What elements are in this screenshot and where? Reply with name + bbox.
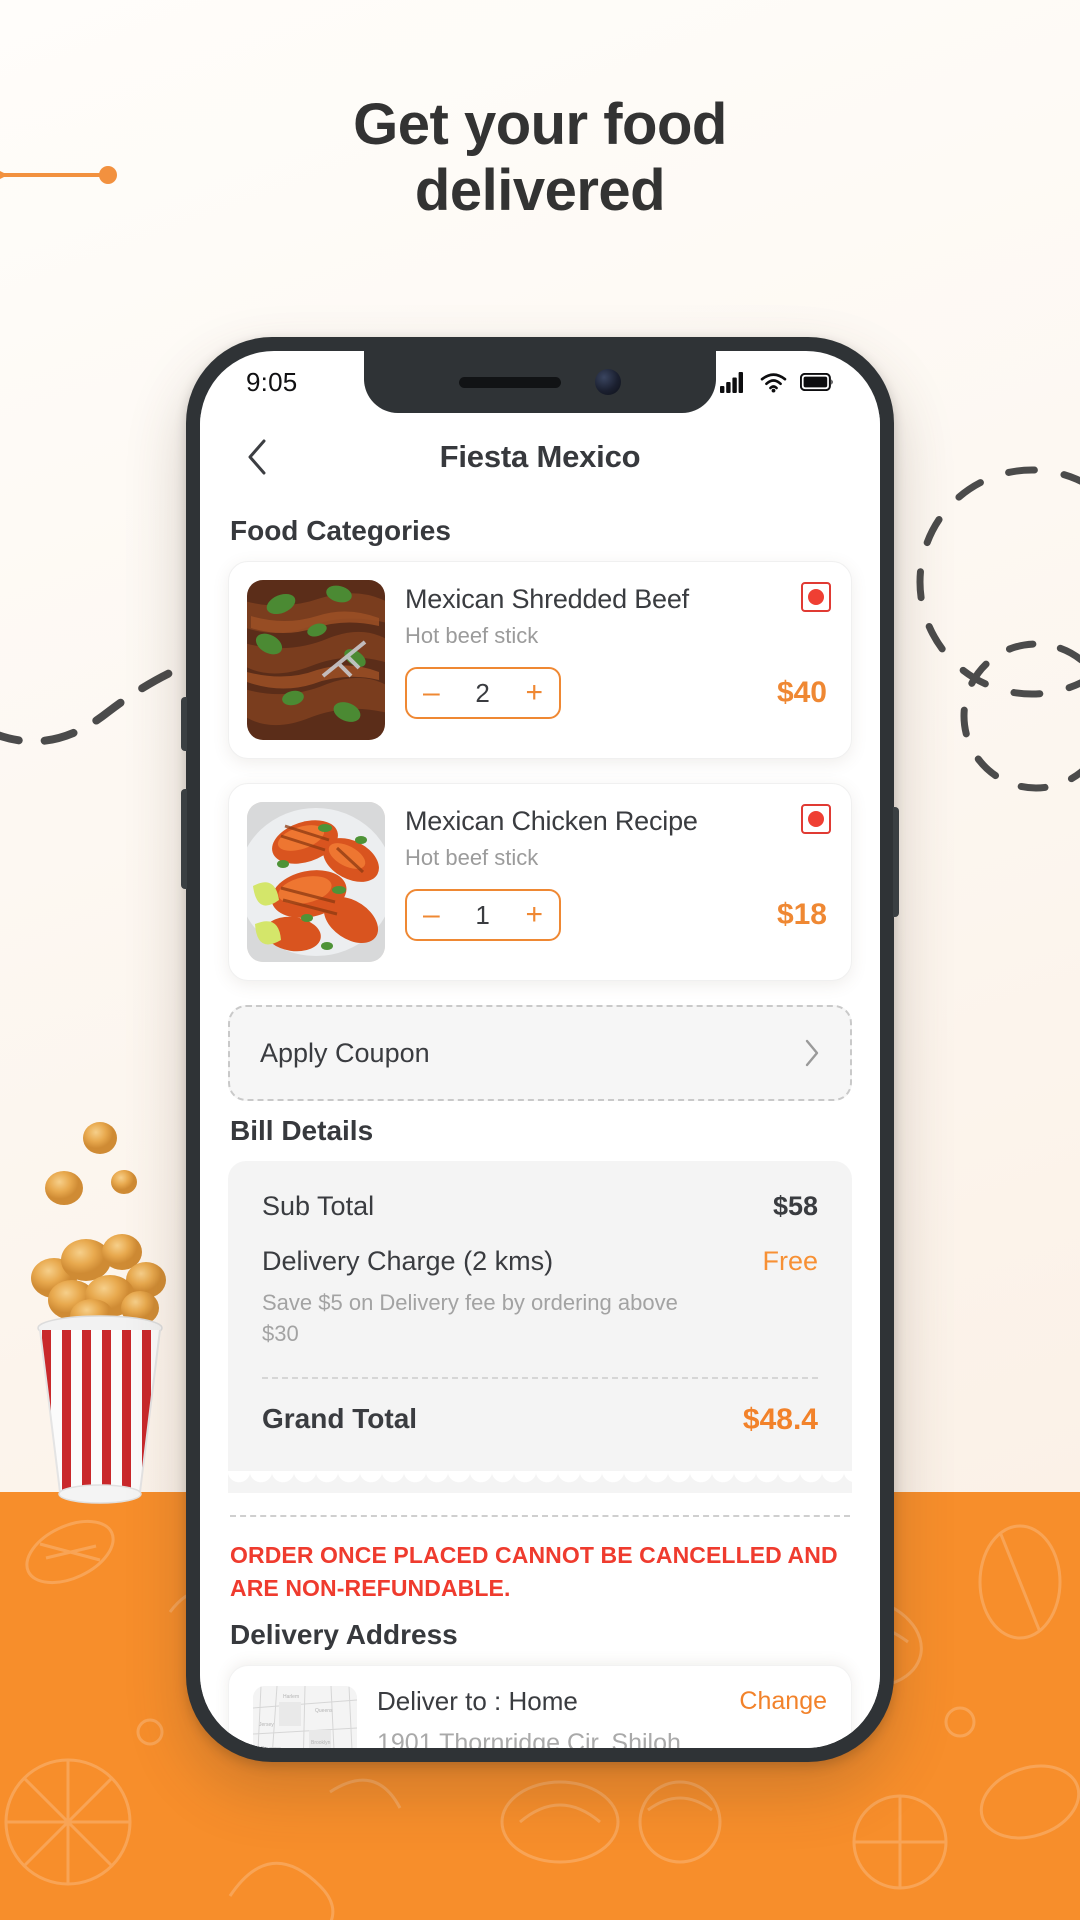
phone-power-button — [893, 807, 899, 917]
status-icon-group — [720, 371, 834, 393]
svg-text:Harlem: Harlem — [283, 1694, 299, 1700]
address-line: 1901 Thornridge Cir, Shiloh — [377, 1728, 681, 1748]
chevron-left-icon — [248, 439, 266, 475]
food-thumbnail-shredded-beef — [247, 580, 385, 740]
screen-content: Food Categories Mexican Shredded Beef Ho… — [200, 501, 880, 1748]
address-header: Deliver to : Home Change — [377, 1686, 827, 1717]
food-item-card[interactable]: Mexican Chicken Recipe Hot beef stick – … — [228, 783, 852, 981]
food-item-description: Hot beef stick — [405, 845, 539, 870]
svg-text:Brooklyn: Brooklyn — [311, 1740, 331, 1746]
headline-line-2: delivered — [414, 158, 666, 224]
status-time: 9:05 — [246, 366, 298, 397]
quantity-value: 1 — [475, 899, 490, 930]
signal-bars-icon — [720, 371, 743, 393]
section-title-bill-details: Bill Details — [230, 1115, 374, 1146]
section-title-food-categories: Food Categories — [230, 515, 451, 546]
svg-text:Queens: Queens — [315, 1708, 333, 1714]
food-item-name: Mexican Chicken Recipe — [405, 806, 698, 836]
phone-notch — [364, 351, 716, 413]
grand-total-label: Grand Total — [262, 1403, 418, 1435]
delivery-charge-label: Delivery Charge (2 kms) — [262, 1246, 554, 1276]
back-button[interactable] — [234, 434, 280, 480]
food-item-price: $18 — [776, 898, 827, 931]
svg-text:Jersey: Jersey — [259, 1722, 274, 1728]
phone-screen: 9:05 Fiesta Mexico Food Categories Mexic… — [200, 351, 880, 1748]
page-title: Get your food delivered — [0, 92, 1080, 224]
sub-total-label: Sub Total — [262, 1191, 375, 1221]
food-item-controls: – 1 + $18 — [405, 889, 833, 941]
bill-row-delivery-charge: Delivery Charge (2 kms) Save $5 on Deliv… — [262, 1246, 818, 1349]
chevron-right-icon — [805, 1039, 819, 1067]
dashed-circle-small-decoration — [960, 640, 1080, 792]
grand-total-value: $48.4 — [742, 1403, 818, 1437]
bill-divider — [262, 1377, 818, 1380]
food-item-info: Mexican Chicken Recipe Hot beef stick – … — [405, 802, 833, 962]
food-item-description: Hot beef stick — [405, 623, 539, 648]
food-item-info: Mexican Shredded Beef Hot beef stick – 2… — [405, 580, 833, 740]
bill-row-sub-total: Sub Total $58 — [262, 1191, 818, 1222]
address-map-thumbnail: Harlem Queens Jersey Brooklyn Bayonne Ne… — [253, 1685, 357, 1748]
food-item-price: $40 — [776, 676, 827, 709]
food-thumbnail-chicken-recipe — [247, 802, 385, 962]
decrement-button[interactable]: – — [423, 900, 440, 930]
quantity-stepper[interactable]: – 2 + — [405, 667, 561, 719]
address-details: Deliver to : Home Change 1901 Thornridge… — [377, 1686, 827, 1748]
headline-line-1: Get your food — [353, 92, 727, 157]
dashed-wave-decoration — [0, 654, 210, 746]
sub-total-value: $58 — [772, 1191, 818, 1221]
earpiece-speaker-icon — [459, 376, 561, 388]
non-veg-marker-icon — [801, 582, 831, 612]
bill-row-grand-total: Grand Total $48.4 — [262, 1403, 818, 1437]
section-title-delivery-address: Delivery Address — [230, 1618, 458, 1650]
deliver-to-label: Deliver to : Home — [377, 1685, 578, 1716]
food-item-controls: – 2 + $40 — [405, 667, 833, 719]
screen-title: Fiesta Mexico — [439, 439, 641, 474]
delivery-charge-value: Free — [762, 1246, 818, 1276]
quantity-stepper[interactable]: – 1 + — [405, 889, 561, 941]
bill-details-card: Sub Total $58 Delivery Charge (2 kms) Sa… — [228, 1161, 852, 1472]
food-item-card[interactable]: Mexican Shredded Beef Hot beef stick – 2… — [228, 561, 852, 759]
front-camera-icon — [595, 369, 621, 395]
cancellation-warning-text: ORDER ONCE PLACED CANNOT BE CANCELLED AN… — [230, 1542, 838, 1602]
wifi-icon — [760, 372, 787, 392]
phone-mockup-frame: 9:05 Fiesta Mexico Food Categories Mexic… — [181, 337, 899, 1762]
apply-coupon-label: Apply Coupon — [260, 1037, 430, 1068]
svg-text:Bayonne: Bayonne — [261, 1746, 281, 1748]
delivery-address-card[interactable]: Harlem Queens Jersey Brooklyn Bayonne Ne… — [228, 1664, 852, 1748]
non-veg-marker-icon — [801, 804, 831, 834]
decrement-button[interactable]: – — [423, 678, 440, 708]
food-item-name: Mexican Shredded Beef — [405, 584, 689, 614]
apply-coupon-button[interactable]: Apply Coupon — [228, 1005, 852, 1101]
app-header: Fiesta Mexico — [200, 413, 880, 501]
quantity-value: 2 — [475, 677, 490, 708]
bill-tear-line — [230, 1515, 850, 1518]
increment-button[interactable]: + — [525, 900, 543, 930]
delivery-charge-note: Save $5 on Delivery fee by ordering abov… — [262, 1290, 678, 1347]
battery-icon — [800, 373, 833, 391]
increment-button[interactable]: + — [525, 678, 543, 708]
change-address-button[interactable]: Change — [739, 1687, 827, 1716]
fried-chicken-bucket-image — [31, 1122, 166, 1504]
bill-card-scalloped-edge — [228, 1471, 852, 1494]
